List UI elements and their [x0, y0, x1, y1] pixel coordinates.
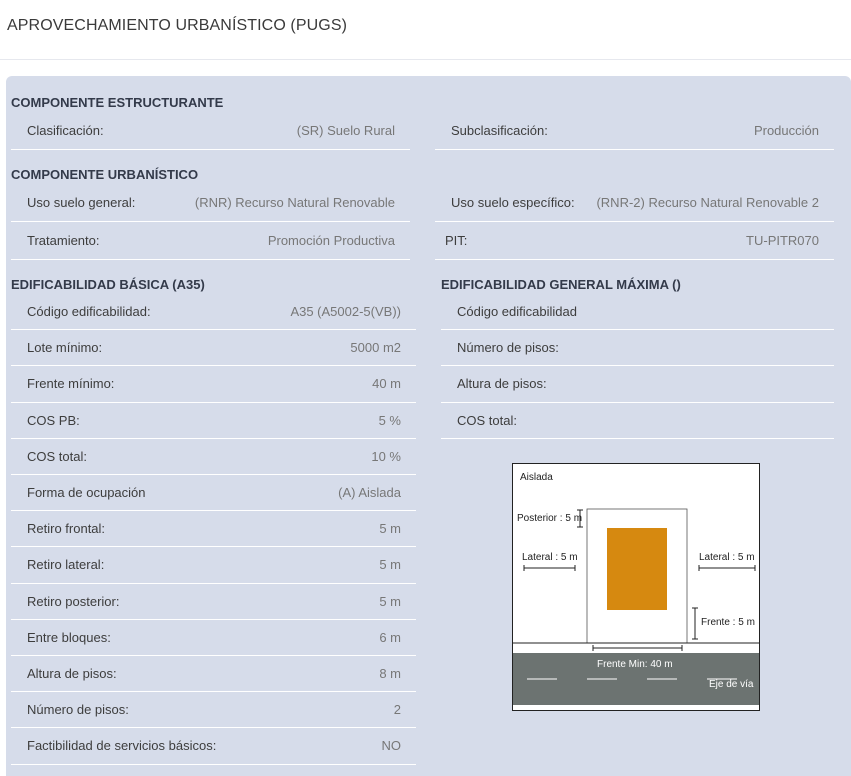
- section-title-urbanistico: COMPONENTE URBANÍSTICO: [11, 167, 199, 182]
- diagram-type-label: Aislada: [520, 472, 553, 483]
- maxima-row: Código edificabilidad: [441, 294, 834, 331]
- row-subclasificacion: Subclasificación: Producción: [435, 112, 834, 150]
- row-label: COS total:: [457, 412, 517, 428]
- row-label: Código edificabilidad:: [27, 304, 151, 319]
- row-label: Retiro posterior:: [27, 593, 120, 609]
- section-title-estructurante: COMPONENTE ESTRUCTURANTE: [11, 95, 224, 110]
- row-uso-suelo-general: Uso suelo general: (RNR) Recurso Natural…: [11, 184, 410, 222]
- row-value: (A) Aislada: [338, 485, 401, 500]
- row-label: Retiro lateral:: [27, 557, 105, 573]
- row-label: Número de pisos:: [27, 702, 129, 718]
- row-clasificacion: Clasificación: (SR) Suelo Rural: [11, 112, 410, 150]
- row-label: PIT:: [445, 233, 468, 248]
- row-value: NO: [381, 738, 402, 754]
- row-label: Forma de ocupación: [27, 485, 146, 500]
- maxima-row: Número de pisos:: [441, 330, 834, 367]
- row-value: 5000 m2: [350, 340, 401, 356]
- row-uso-suelo-especifico: Uso suelo específico: (RNR-2) Recurso Na…: [435, 184, 834, 222]
- row-value: 5 m: [379, 593, 401, 609]
- basica-row: Retiro frontal: 5 m: [11, 511, 416, 548]
- row-label: COS total:: [27, 448, 87, 464]
- row-value: 10 %: [371, 448, 401, 464]
- row-label: Código edificabilidad: [457, 304, 577, 319]
- row-label: Altura de pisos:: [27, 666, 117, 681]
- section-title-edificabilidad-basica: EDIFICABILIDAD BÁSICA (A35): [11, 277, 205, 292]
- maxima-row: COS total:: [441, 403, 834, 439]
- basica-row: COS PB: 5 %: [11, 403, 416, 439]
- row-label: Tratamiento:: [27, 233, 100, 248]
- basica-row: Número de pisos: 2: [11, 692, 416, 729]
- row-value: 2: [393, 702, 401, 718]
- setback-diagram-svg: [513, 508, 759, 705]
- row-label: Lote mínimo:: [27, 340, 103, 356]
- row-value: 5 m: [379, 557, 401, 573]
- row-pit: PIT: TU-PITR070: [435, 222, 834, 260]
- basica-row: Lote mínimo: 5000 m2: [11, 330, 416, 367]
- row-value: 6 m: [379, 629, 401, 645]
- row-label: Uso suelo específico:: [451, 195, 575, 210]
- basica-row: Frente mínimo: 40 m: [11, 366, 416, 403]
- row-value: (RNR-2) Recurso Natural Renovable 2: [596, 195, 819, 210]
- row-tratamiento: Tratamiento: Promoción Productiva: [11, 222, 410, 260]
- row-value: TU-PITR070: [746, 233, 819, 248]
- row-value: 5 %: [378, 412, 401, 428]
- row-label: Factibilidad de servicios básicos:: [27, 738, 217, 754]
- basica-row: Código edificabilidad: A35 (A5002-5(VB)): [11, 294, 416, 331]
- row-label: Altura de pisos:: [457, 376, 547, 392]
- row-value: A35 (A5002-5(VB)): [290, 304, 401, 319]
- lateral-left-label: Lateral : 5 m: [522, 552, 578, 563]
- row-label: Número de pisos:: [457, 340, 559, 356]
- row-value: (SR) Suelo Rural: [296, 123, 395, 138]
- maxima-row: Altura de pisos:: [441, 366, 834, 403]
- posterior-label: Posterior : 5 m: [517, 513, 583, 524]
- row-value: 40 m: [372, 376, 401, 392]
- row-value: 8 m: [379, 666, 401, 681]
- eje-via-label: Eje de vía: [709, 679, 754, 690]
- building-footprint: [607, 528, 667, 610]
- lateral-right-label: Lateral : 5 m: [699, 552, 755, 563]
- row-label: Entre bloques:: [27, 629, 111, 645]
- section-title-edificabilidad-maxima: EDIFICABILIDAD GENERAL MÁXIMA (): [441, 277, 681, 292]
- row-label: Frente mínimo:: [27, 376, 115, 392]
- page-title: APROVECHAMIENTO URBANÍSTICO (PUGS): [7, 17, 348, 34]
- title-divider: [0, 59, 851, 60]
- frente-label: Frente : 5 m: [701, 617, 755, 628]
- row-label: COS PB:: [27, 412, 80, 428]
- basica-row: Retiro posterior: 5 m: [11, 584, 416, 620]
- basica-row: Forma de ocupación (A) Aislada: [11, 475, 416, 512]
- row-value: Producción: [753, 123, 819, 138]
- frente-min-label: Frente Min: 40 m: [597, 659, 673, 670]
- row-label: Uso suelo general:: [27, 195, 136, 210]
- row-value: Promoción Productiva: [267, 233, 395, 248]
- row-label: Clasificación:: [27, 123, 104, 138]
- row-label: Retiro frontal:: [27, 521, 106, 537]
- row-label: Subclasificación:: [451, 123, 548, 138]
- basica-row: COS total: 10 %: [11, 439, 416, 475]
- row-value: (RNR) Recurso Natural Renovable: [194, 195, 395, 210]
- basica-row: Entre bloques: 6 m: [11, 620, 416, 656]
- basica-row: Factibilidad de servicios básicos: NO: [11, 728, 416, 765]
- basica-row: Retiro lateral: 5 m: [11, 547, 416, 584]
- basica-row: Altura de pisos: 8 m: [11, 656, 416, 693]
- setback-diagram: Aislada Posterior : 5 m Lateral : 5 m La…: [512, 463, 760, 711]
- row-value: 5 m: [379, 521, 401, 537]
